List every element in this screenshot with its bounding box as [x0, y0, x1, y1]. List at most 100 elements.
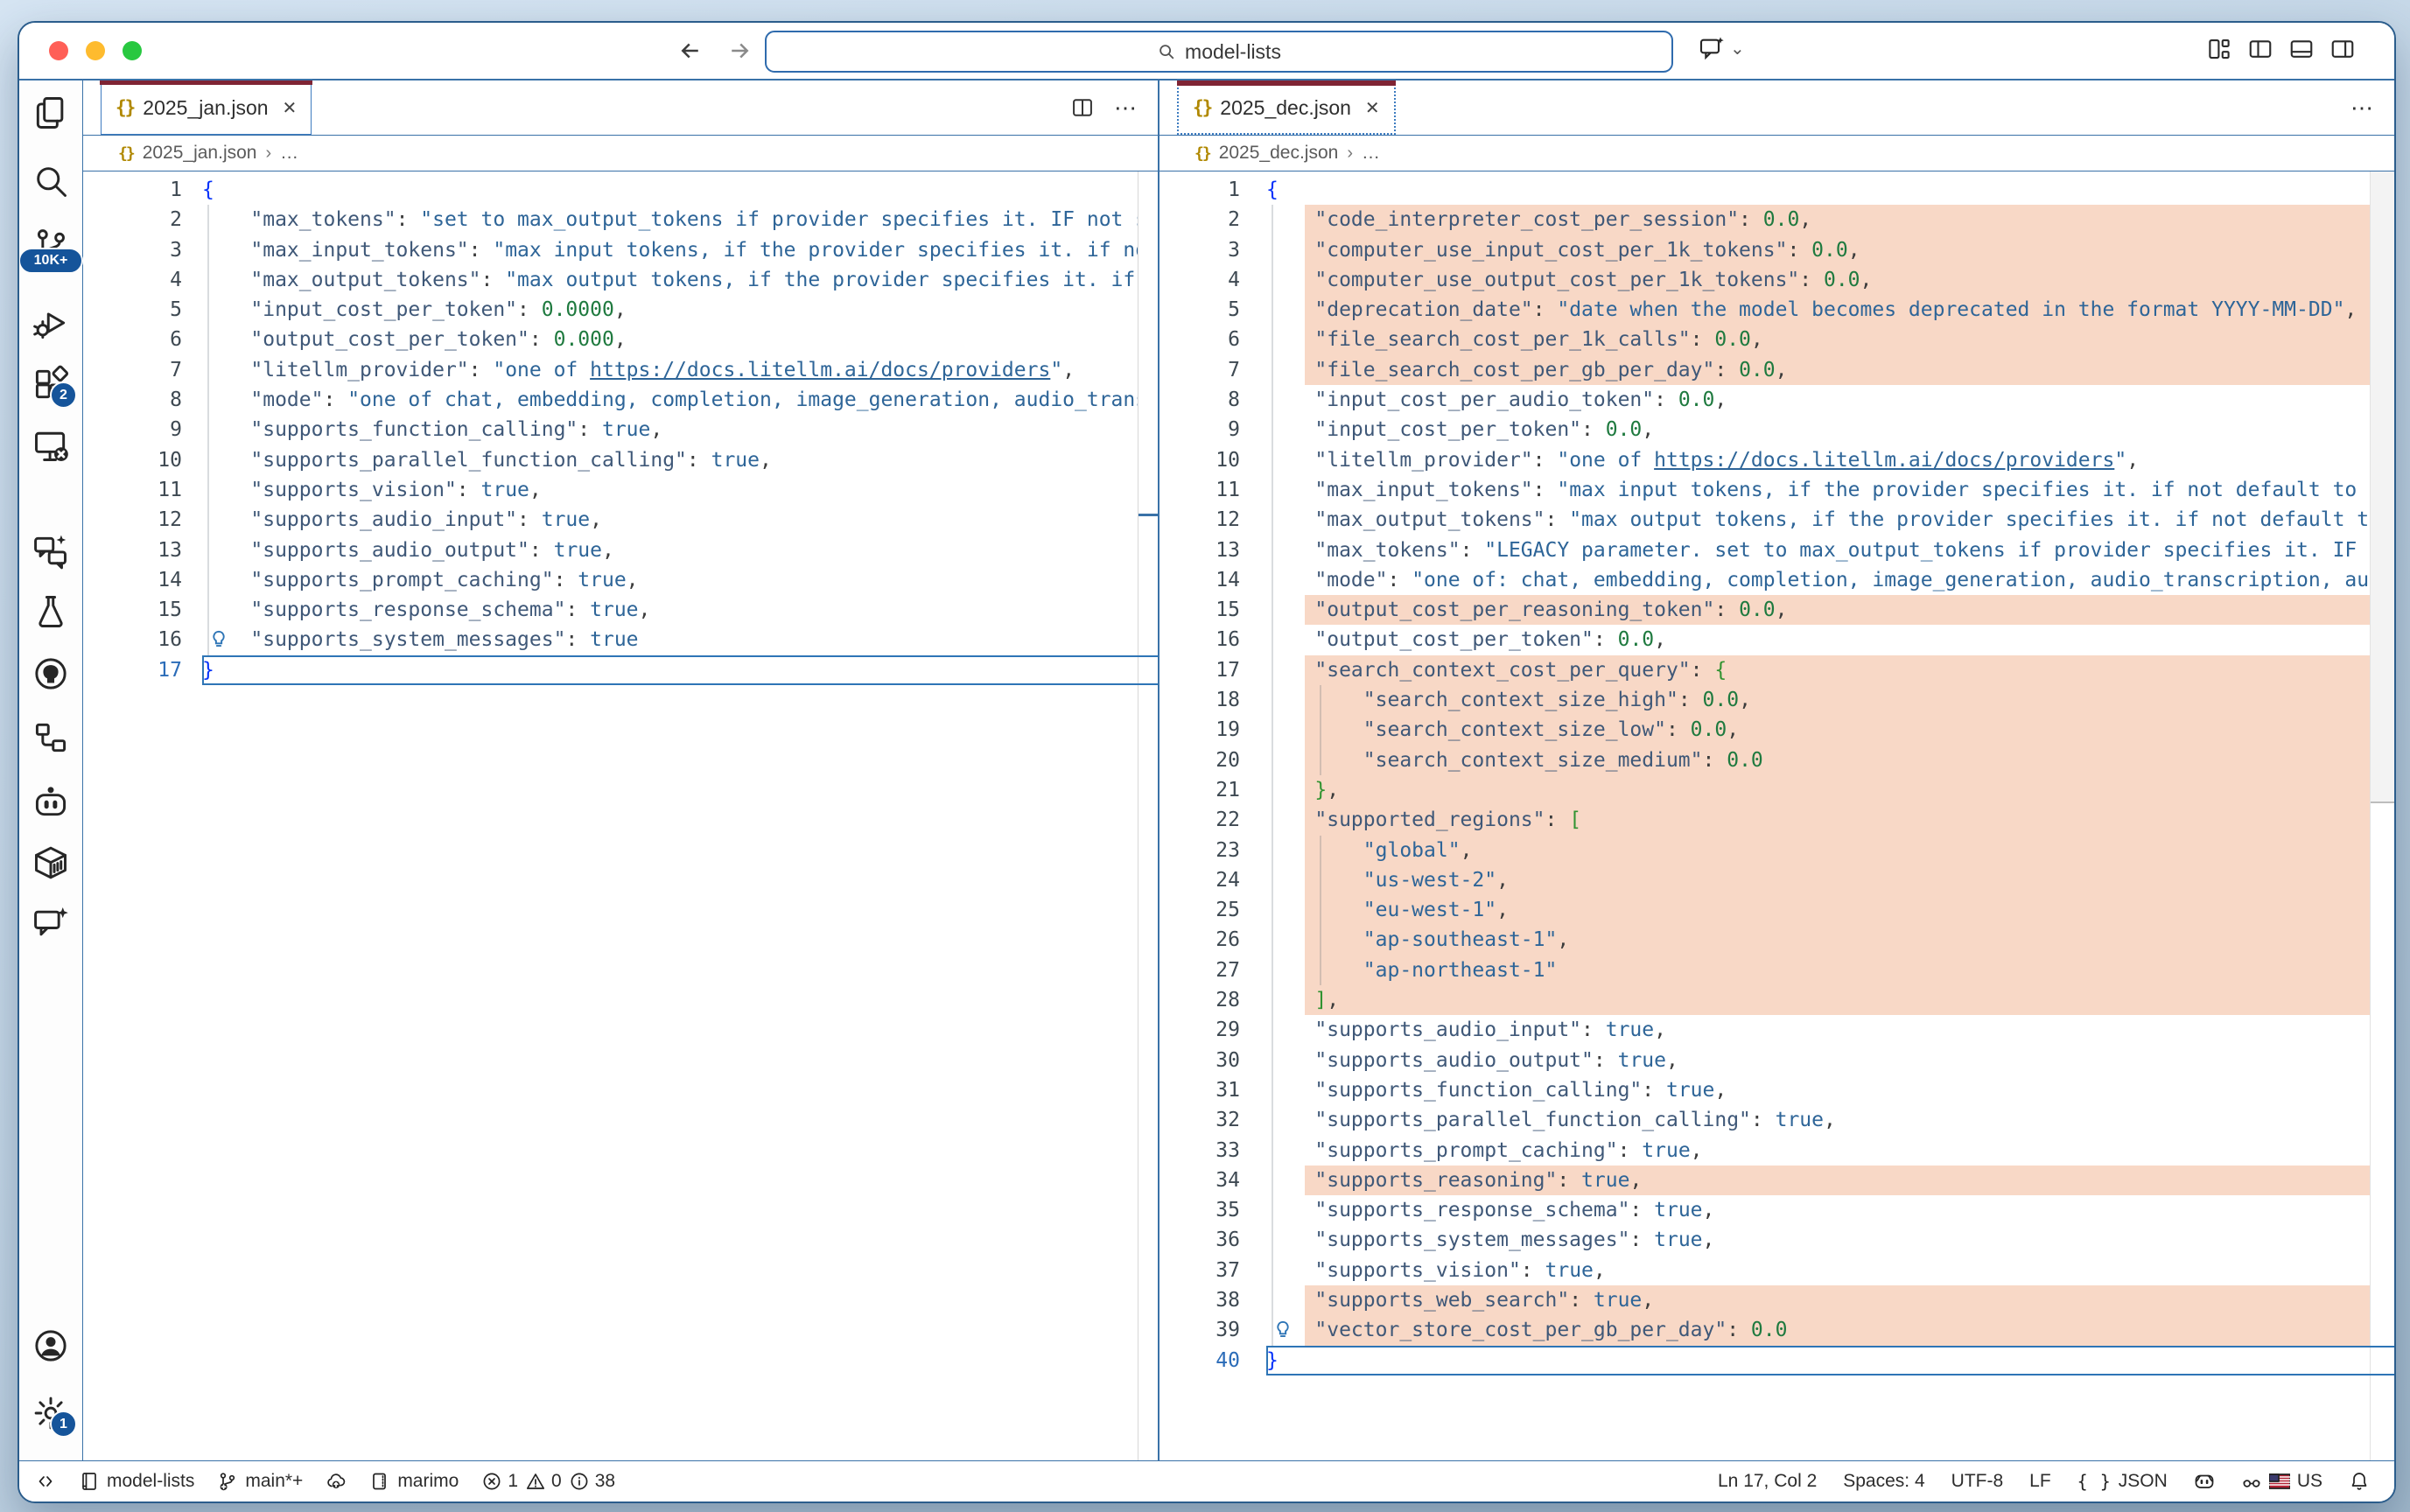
code-line[interactable]: 34 "supports_reasoning": true,	[1159, 1166, 2394, 1195]
code-line[interactable]: 14 "supports_prompt_caching": true,	[83, 565, 1158, 595]
activity-item-accounts[interactable]	[32, 1326, 70, 1365]
code-line[interactable]: 36 "supports_system_messages": true,	[1159, 1225, 2394, 1255]
activity-item-comments-ai[interactable]	[32, 904, 70, 942]
code-line[interactable]: 10 "supports_parallel_function_calling":…	[83, 445, 1158, 475]
code-line[interactable]: 11 "max_input_tokens": "max input tokens…	[1159, 475, 2394, 505]
code-line[interactable]: 29 "supports_audio_input": true,	[1159, 1015, 2394, 1045]
code-line[interactable]: 28 ],	[1159, 985, 2394, 1015]
tab-2025-jan-json[interactable]: {} 2025_jan.json ✕	[101, 80, 312, 135]
activity-item-ai-assistant[interactable]	[32, 782, 70, 821]
code-line[interactable]: 15 "supports_response_schema": true,	[83, 595, 1158, 625]
scrollbar-thumb[interactable]	[2371, 172, 2394, 803]
status-branch[interactable]: main*+	[217, 1471, 303, 1492]
activity-item-search[interactable]	[32, 162, 70, 200]
customize-layout-icon[interactable]	[2206, 36, 2232, 62]
code-line[interactable]: 17}	[83, 655, 1158, 685]
code-line[interactable]: 19 "search_context_size_low": 0.0,	[1159, 715, 2394, 745]
code-line[interactable]: 26 "ap-southeast-1",	[1159, 925, 2394, 955]
code-line[interactable]: 13 "max_tokens": "LEGACY parameter. set …	[1159, 536, 2394, 565]
code-line[interactable]: 9 "input_cost_per_token": 0.0,	[1159, 415, 2394, 444]
code-line[interactable]: 7 "file_search_cost_per_gb_per_day": 0.0…	[1159, 355, 2394, 385]
code-line[interactable]: 31 "supports_function_calling": true,	[1159, 1075, 2394, 1105]
close-icon[interactable]: ✕	[283, 97, 298, 119]
code-line[interactable]: 16 "supports_system_messages": true	[83, 625, 1158, 654]
code-line[interactable]: 37 "supports_vision": true,	[1159, 1256, 2394, 1285]
code-line[interactable]: 13 "supports_audio_output": true,	[83, 536, 1158, 565]
code-editor-left[interactable]: 1{2 "max_tokens": "set to max_output_tok…	[83, 172, 1158, 1460]
back-arrow-icon[interactable]	[677, 38, 704, 64]
breadcrumb-right[interactable]: {} 2025_dec.json › …	[1159, 136, 2394, 172]
link-text[interactable]: https://docs.litellm.ai/docs/providers	[590, 359, 1050, 382]
code-line[interactable]: 8 "mode": "one of chat, embedding, compl…	[83, 385, 1158, 415]
close-window-button[interactable]	[49, 41, 68, 60]
toggle-secondary-sidebar-icon[interactable]	[2329, 36, 2356, 62]
code-line[interactable]: 1{	[1159, 175, 2394, 205]
code-line[interactable]: 17 "search_context_cost_per_query": {	[1159, 655, 2394, 685]
more-actions-icon[interactable]: ⋯	[2350, 94, 2375, 122]
code-line[interactable]: 2 "code_interpreter_cost_per_session": 0…	[1159, 205, 2394, 234]
activity-item-run-debug[interactable]	[32, 304, 70, 342]
code-line[interactable]: 12 "supports_audio_input": true,	[83, 505, 1158, 535]
minimize-window-button[interactable]	[86, 41, 105, 60]
code-line[interactable]: 9 "supports_function_calling": true,	[83, 415, 1158, 444]
notifications[interactable]	[2349, 1471, 2370, 1492]
code-line[interactable]: 3 "max_input_tokens": "max input tokens,…	[83, 235, 1158, 265]
code-line[interactable]: 30 "supports_audio_output": true,	[1159, 1046, 2394, 1075]
activity-item-containers[interactable]	[32, 844, 70, 882]
code-line[interactable]: 22 "supported_regions": [	[1159, 805, 2394, 835]
keyboard-layout[interactable]: US	[2241, 1471, 2322, 1492]
code-line[interactable]: 2 "max_tokens": "set to max_output_token…	[83, 205, 1158, 234]
close-icon[interactable]: ✕	[1365, 97, 1380, 119]
code-line[interactable]: 6 "file_search_cost_per_1k_calls": 0.0,	[1159, 325, 2394, 354]
more-actions-icon[interactable]: ⋯	[1114, 94, 1138, 122]
indentation-setting[interactable]: Spaces: 4	[1843, 1471, 1924, 1492]
code-line[interactable]: 14 "mode": "one of: chat, embedding, com…	[1159, 565, 2394, 595]
code-line[interactable]: 24 "us-west-2",	[1159, 865, 2394, 895]
code-line[interactable]: 1{	[83, 175, 1158, 205]
toggle-panel-icon[interactable]	[2288, 36, 2315, 62]
code-line[interactable]: 11 "supports_vision": true,	[83, 475, 1158, 505]
scrollbar-track[interactable]	[1138, 172, 1158, 1460]
copilot-status[interactable]	[2194, 1471, 2215, 1492]
code-line[interactable]: 5 "input_cost_per_token": 0.0000,	[83, 295, 1158, 325]
activity-item-github[interactable]	[32, 654, 70, 693]
tab-2025-dec-json[interactable]: {} 2025_dec.json ✕	[1177, 80, 1396, 135]
activity-item-references[interactable]	[32, 718, 70, 757]
code-line[interactable]: 18 "search_context_size_high": 0.0,	[1159, 685, 2394, 715]
problems-indicator[interactable]: 1 0 38	[481, 1471, 615, 1492]
status-container[interactable]: marimo	[369, 1471, 459, 1492]
code-line[interactable]: 12 "max_output_tokens": "max output toke…	[1159, 505, 2394, 535]
activity-item-explorer[interactable]	[32, 94, 70, 132]
code-line[interactable]: 6 "output_cost_per_token": 0.000,	[83, 325, 1158, 354]
scrollbar-track[interactable]	[2370, 172, 2394, 1460]
activity-item-testing[interactable]	[32, 592, 70, 631]
remote-indicator[interactable]	[35, 1471, 56, 1492]
command-center-search[interactable]: model-lists	[765, 31, 1673, 73]
code-line[interactable]: 20 "search_context_size_medium": 0.0	[1159, 746, 2394, 775]
zoom-window-button[interactable]	[123, 41, 142, 60]
code-line[interactable]: 40}	[1159, 1346, 2394, 1376]
activity-item-chat[interactable]	[32, 532, 70, 570]
code-line[interactable]: 23 "global",	[1159, 836, 2394, 865]
code-editor-right[interactable]: 1{2 "code_interpreter_cost_per_session":…	[1159, 172, 2394, 1460]
code-line[interactable]: 25 "eu-west-1",	[1159, 895, 2394, 925]
lightbulb-icon[interactable]	[1272, 1319, 1294, 1341]
language-mode[interactable]: { } JSON	[2077, 1471, 2168, 1492]
cursor-position[interactable]: Ln 17, Col 2	[1718, 1471, 1817, 1492]
code-line[interactable]: 3 "computer_use_input_cost_per_1k_tokens…	[1159, 235, 2394, 265]
status-repo[interactable]: model-lists	[79, 1471, 194, 1492]
link-text[interactable]: https://docs.litellm.ai/docs/providers	[1654, 449, 2114, 472]
activity-item-source-control[interactable]: 10K+	[32, 225, 70, 263]
activity-item-extensions[interactable]: 2	[32, 365, 70, 403]
copilot-menu-button[interactable]: ⌄	[1698, 34, 1745, 62]
toggle-primary-sidebar-icon[interactable]	[2247, 36, 2273, 62]
activity-item-remote-explorer[interactable]	[32, 426, 70, 465]
code-line[interactable]: 39 "vector_store_cost_per_gb_per_day": 0…	[1159, 1315, 2394, 1345]
code-line[interactable]: 27 "ap-northeast-1"	[1159, 956, 2394, 985]
code-line[interactable]: 10 "litellm_provider": "one of https://d…	[1159, 445, 2394, 475]
code-line[interactable]: 38 "supports_web_search": true,	[1159, 1285, 2394, 1315]
eol-setting[interactable]: LF	[2029, 1471, 2051, 1492]
lightbulb-icon[interactable]	[207, 628, 230, 651]
code-line[interactable]: 16 "output_cost_per_token": 0.0,	[1159, 625, 2394, 654]
code-line[interactable]: 5 "deprecation_date": "date when the mod…	[1159, 295, 2394, 325]
